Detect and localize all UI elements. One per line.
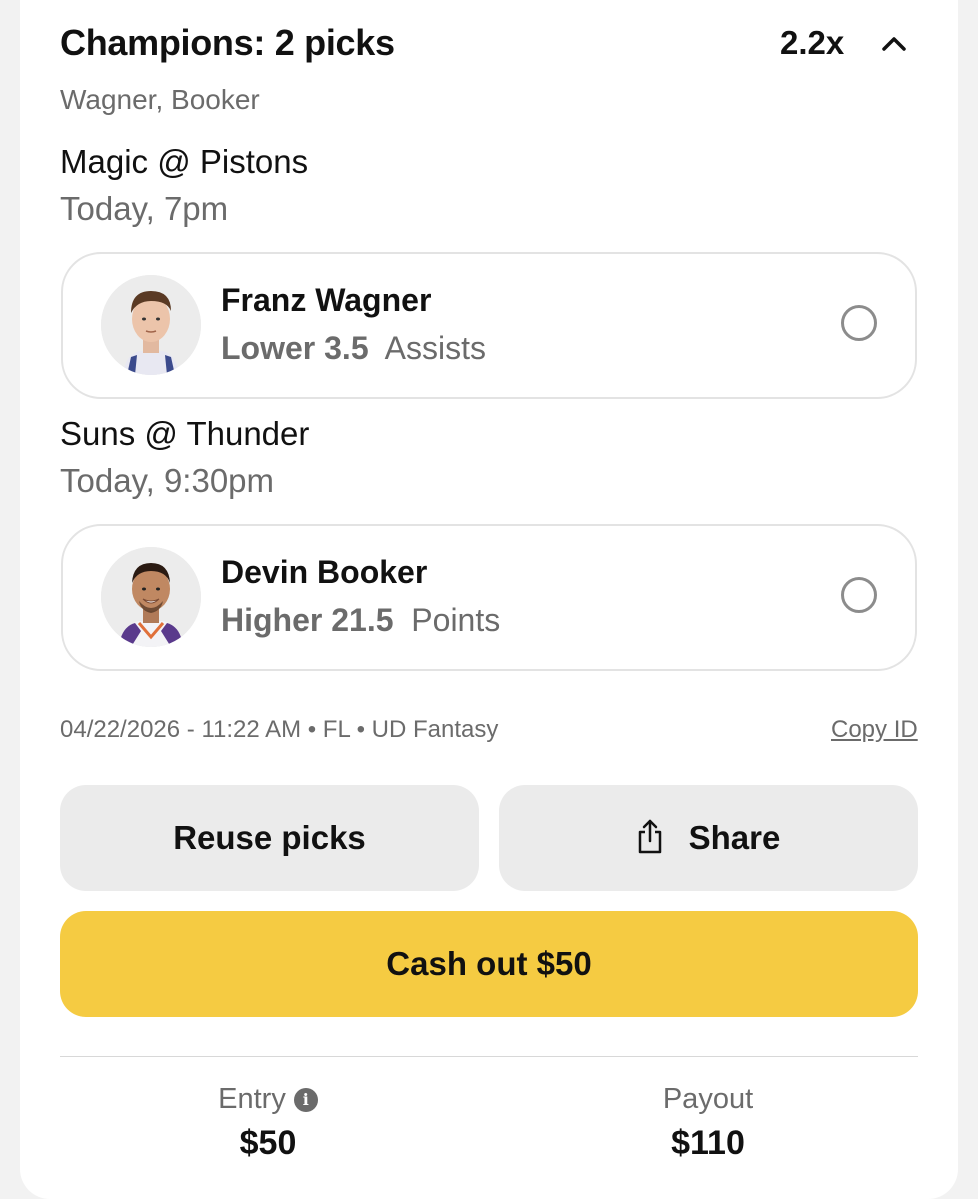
- share-label: Share: [688, 819, 781, 856]
- info-icon[interactable]: i: [293, 1087, 318, 1112]
- player-avatar: [101, 275, 201, 375]
- game-matchup: Magic @ Pistons: [60, 143, 309, 180]
- player-name: Devin Booker: [221, 554, 428, 590]
- entry-value: $50: [239, 1124, 297, 1162]
- payout-label: Payout: [662, 1083, 754, 1115]
- player-avatar: [101, 547, 201, 647]
- share-button[interactable]: Share: [499, 785, 918, 891]
- reuse-picks-label: Reuse picks: [173, 819, 366, 856]
- pick-card-wagner[interactable]: Franz Wagner Lower 3.5 Assists: [61, 252, 917, 399]
- pick-stat: Assists: [384, 330, 486, 366]
- entry-label: Entry: [218, 1083, 286, 1115]
- copy-id-link[interactable]: Copy ID: [831, 716, 918, 744]
- entry-players: Wagner, Booker: [60, 84, 260, 115]
- radio-unselected-icon[interactable]: [841, 577, 877, 613]
- radio-unselected-icon[interactable]: [841, 305, 877, 341]
- pick-stat: Points: [411, 602, 501, 638]
- game-time: Today, 7pm: [60, 190, 229, 227]
- game-time: Today, 9:30pm: [60, 462, 275, 499]
- entry-label-row: Entry i: [118, 1083, 418, 1116]
- entry-title: Champions: 2 picks: [60, 22, 395, 63]
- cash-out-button[interactable]: Cash out $50: [60, 911, 918, 1017]
- reuse-picks-button[interactable]: Reuse picks: [60, 785, 479, 891]
- pick-direction-line: Higher 21.5: [221, 602, 394, 638]
- pick-direction-line: Lower 3.5: [221, 330, 369, 366]
- summary-divider: [60, 1056, 918, 1057]
- entry-meta: 04/22/2026 - 11:22 AM • FL • UD Fantasy: [60, 716, 499, 743]
- share-icon: [637, 818, 663, 862]
- pick-projection: Higher 21.5 Points: [221, 602, 500, 639]
- payout-multiplier: 2.2x: [780, 24, 845, 61]
- game-matchup: Suns @ Thunder: [60, 415, 310, 452]
- player-name: Franz Wagner: [221, 282, 432, 318]
- cash-out-label: Cash out $50: [386, 945, 592, 982]
- chevron-up-icon[interactable]: [876, 26, 912, 62]
- pick-projection: Lower 3.5 Assists: [221, 330, 486, 367]
- pick-card-booker[interactable]: Devin Booker Higher 21.5 Points: [61, 524, 917, 671]
- payout-value: $110: [671, 1124, 745, 1162]
